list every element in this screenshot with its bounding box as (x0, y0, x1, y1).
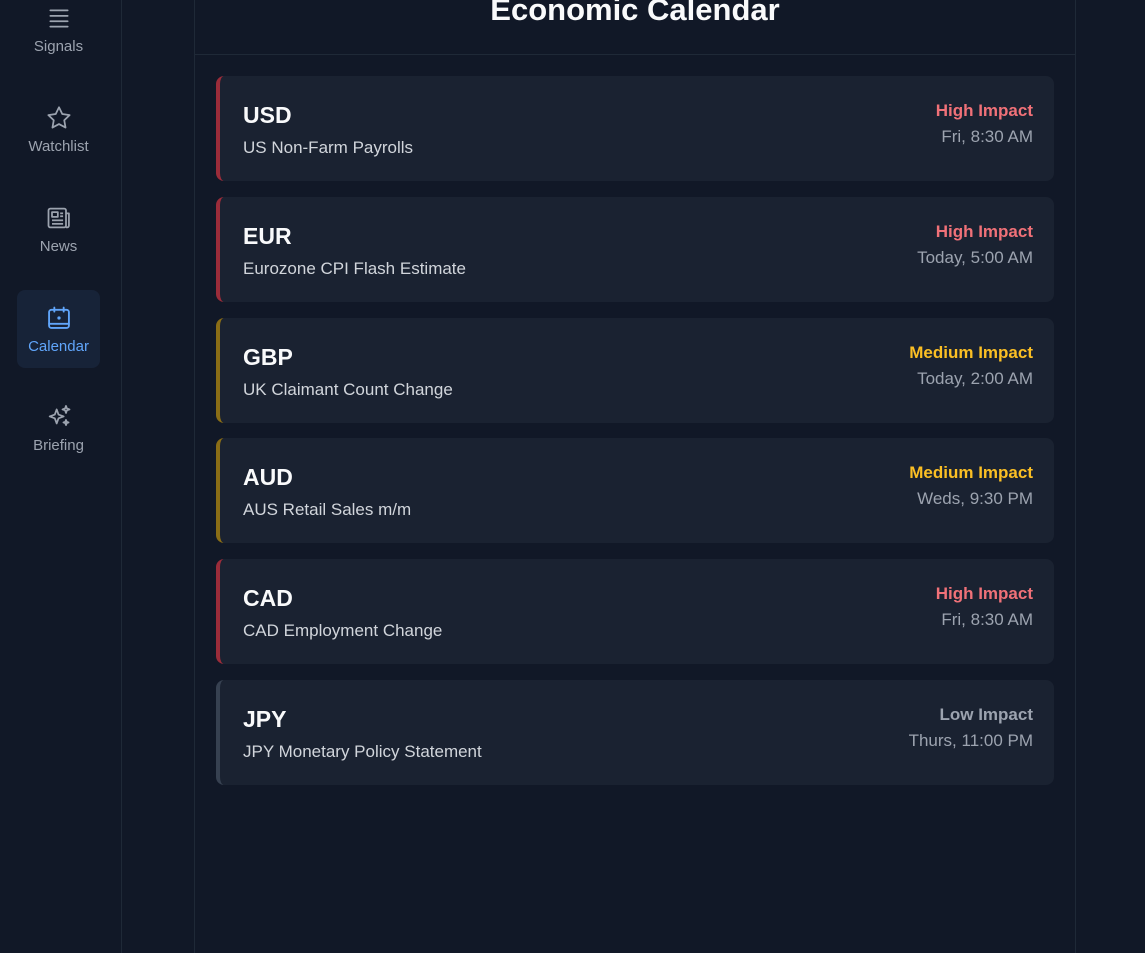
sidebar-item-watchlist[interactable]: Watchlist (17, 90, 100, 168)
event-time: Weds, 9:30 PM (917, 489, 1033, 508)
event-card[interactable]: USD US Non-Farm Payrolls High Impact Fri… (216, 76, 1054, 181)
main-panel: Economic Calendar USD US Non-Farm Payrol… (194, 0, 1076, 953)
event-time: Fri, 8:30 AM (941, 127, 1033, 146)
event-card[interactable]: AUD AUS Retail Sales m/m Medium Impact W… (216, 438, 1054, 543)
sidebar-item-label: Watchlist (28, 137, 89, 155)
event-currency: AUD (243, 464, 293, 490)
event-name: CAD Employment Change (243, 621, 443, 640)
event-name: JPY Monetary Policy Statement (243, 742, 482, 761)
event-currency: USD (243, 102, 292, 128)
event-currency: GBP (243, 344, 293, 370)
impact-badge: High Impact (935, 222, 1033, 241)
event-card[interactable]: GBP UK Claimant Count Change Medium Impa… (216, 318, 1054, 423)
sidebar: Signals Watchlist News Calendar Briefing (0, 0, 122, 953)
impact-badge: High Impact (935, 584, 1033, 603)
impact-badge: Medium Impact (909, 343, 1033, 362)
sidebar-item-signals[interactable]: Signals (17, 0, 100, 68)
page-title: Economic Calendar (490, 0, 780, 27)
calendar-icon (45, 304, 73, 332)
impact-badge: High Impact (935, 101, 1033, 120)
event-time: Today, 5:00 AM (917, 248, 1033, 267)
sidebar-item-news[interactable]: News (17, 190, 100, 268)
event-name: AUS Retail Sales m/m (243, 500, 412, 519)
event-card[interactable]: CAD CAD Employment Change High Impact Fr… (216, 559, 1054, 664)
event-time: Today, 2:00 AM (917, 369, 1033, 388)
sidebar-item-label: News (39, 237, 78, 255)
event-time: Thurs, 11:00 PM (908, 731, 1033, 750)
sparkles-icon (45, 403, 73, 431)
star-icon (45, 104, 73, 132)
sidebar-item-calendar[interactable]: Calendar (17, 290, 100, 368)
event-name: Eurozone CPI Flash Estimate (243, 259, 466, 278)
sidebar-item-label: Signals (33, 37, 84, 55)
newspaper-icon (45, 204, 73, 232)
event-card[interactable]: JPY JPY Monetary Policy Statement Low Im… (216, 680, 1054, 785)
header: Economic Calendar (195, 0, 1075, 55)
impact-badge: Low Impact (939, 705, 1033, 724)
event-name: US Non-Farm Payrolls (243, 138, 414, 157)
event-currency: JPY (243, 706, 287, 732)
list-icon (45, 4, 73, 32)
sidebar-item-briefing[interactable]: Briefing (17, 389, 100, 467)
event-currency: EUR (243, 223, 292, 249)
sidebar-item-label: Calendar (28, 337, 89, 355)
event-time: Fri, 8:30 AM (941, 610, 1033, 629)
impact-badge: Medium Impact (909, 463, 1033, 482)
sidebar-item-label: Briefing (33, 436, 84, 454)
event-currency: CAD (243, 585, 293, 611)
event-card[interactable]: EUR Eurozone CPI Flash Estimate High Imp… (216, 197, 1054, 302)
app: Signals Watchlist News Calendar Briefing… (0, 0, 1145, 953)
event-name: UK Claimant Count Change (243, 380, 453, 399)
